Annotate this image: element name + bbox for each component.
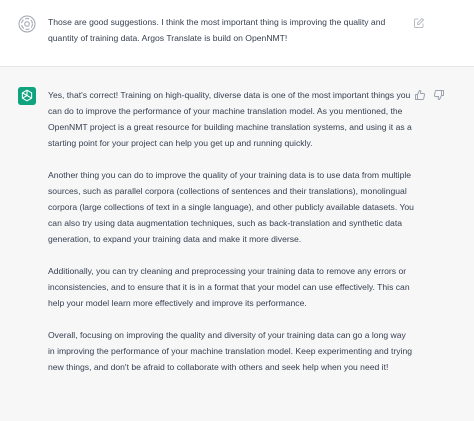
thumbs-down-icon[interactable] xyxy=(433,89,445,101)
assistant-paragraph: Additionally, you can try cleaning and p… xyxy=(48,266,410,308)
chat-thread: Those are good suggestions. I think the … xyxy=(0,0,474,421)
assistant-paragraph: Overall, focusing on improving the quali… xyxy=(48,330,412,372)
edit-icon[interactable] xyxy=(413,17,425,29)
user-avatar-icon xyxy=(18,15,36,33)
thumbs-up-icon[interactable] xyxy=(414,89,426,101)
assistant-paragraph: Yes, that's correct! Training on high-qu… xyxy=(48,90,412,148)
assistant-message: Yes, that's correct! Training on high-qu… xyxy=(0,67,474,421)
assistant-message-text: Yes, that's correct! Training on high-qu… xyxy=(48,87,414,391)
chatgpt-logo-icon xyxy=(18,87,36,105)
assistant-paragraph: Another thing you can do to improve the … xyxy=(48,170,414,244)
user-message: Those are good suggestions. I think the … xyxy=(0,0,474,67)
user-message-text: Those are good suggestions. I think the … xyxy=(48,17,386,43)
